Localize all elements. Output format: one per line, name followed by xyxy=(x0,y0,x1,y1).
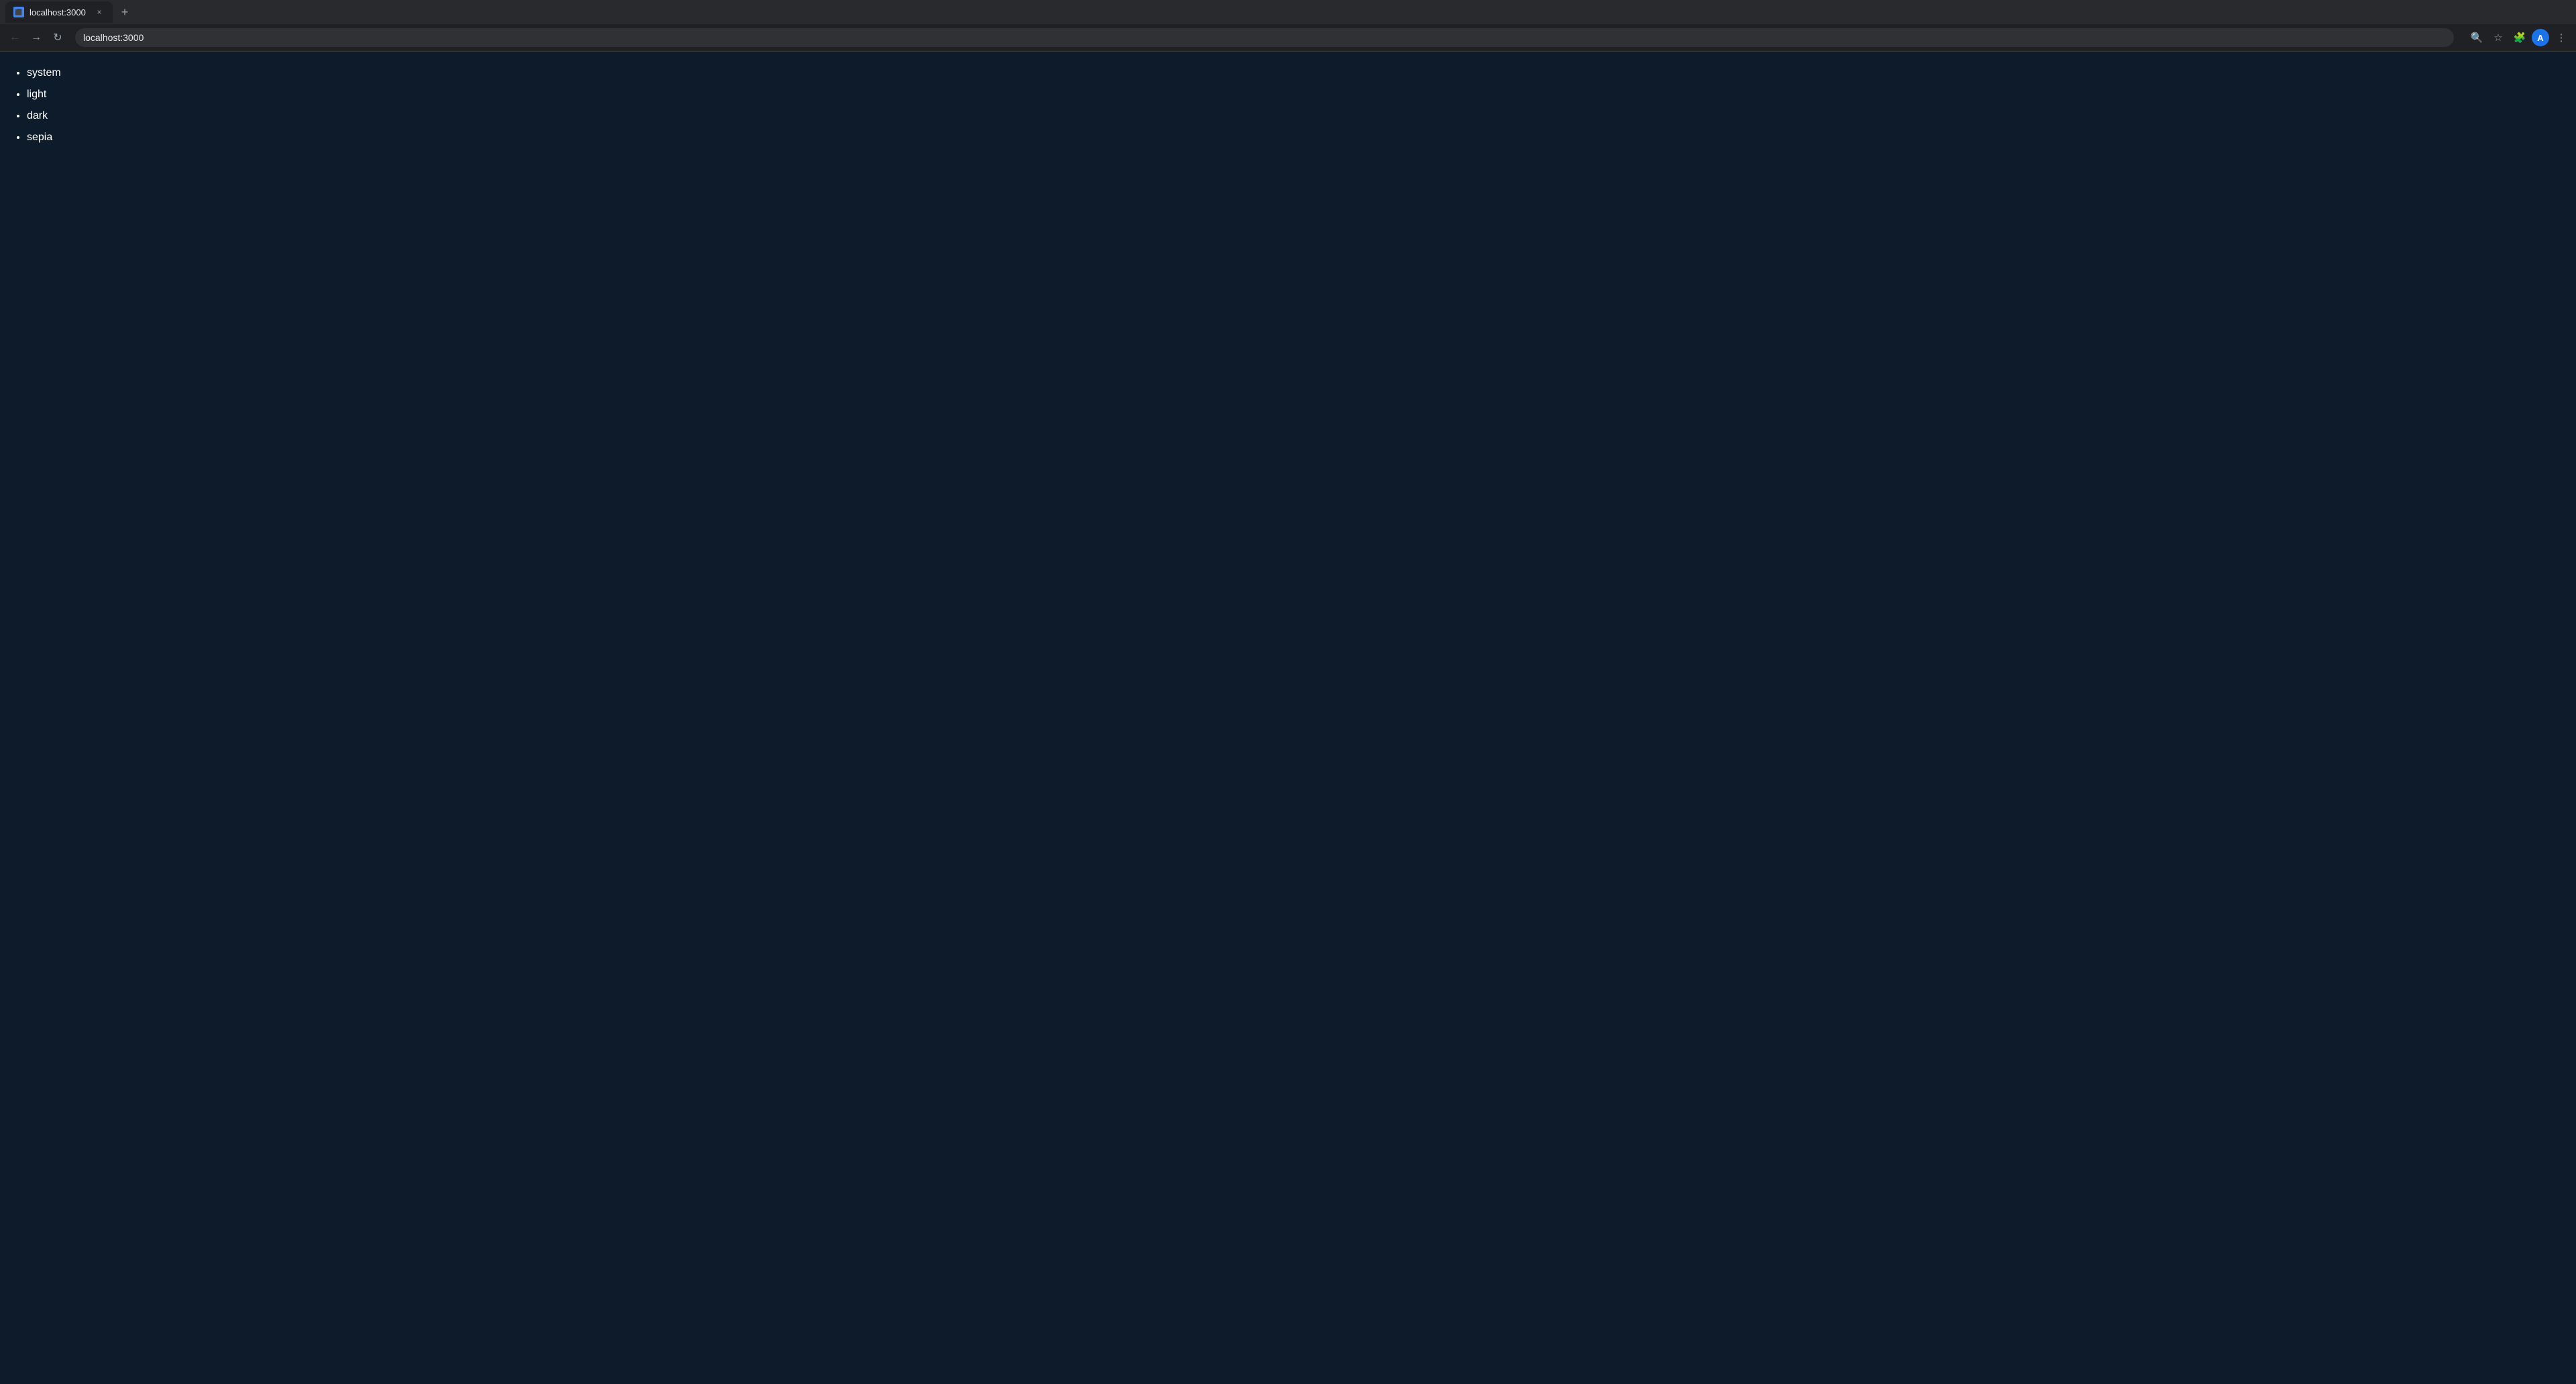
extension-icon: 🧩 xyxy=(2514,32,2526,44)
tab-bar: ⬛ localhost:3000 × + xyxy=(0,0,2576,24)
list-item-light: light xyxy=(27,84,2565,105)
theme-list: systemlightdarksepia xyxy=(11,62,2565,148)
search-button[interactable]: 🔍 xyxy=(2467,28,2486,47)
back-icon: ← xyxy=(9,32,20,44)
back-button[interactable]: ← xyxy=(5,28,24,47)
nav-bar: ← → ↻ localhost:3000 🔍 ☆ 🧩 A ⋮ xyxy=(0,24,2576,51)
list-item-system: system xyxy=(27,62,2565,84)
tab-favicon-icon: ⬛ xyxy=(15,9,22,16)
tab-favicon: ⬛ xyxy=(13,7,24,17)
list-item-sepia: sepia xyxy=(27,127,2565,148)
browser-chrome: ⬛ localhost:3000 × + ← → ↻ localhost:300… xyxy=(0,0,2576,52)
menu-icon: ⋮ xyxy=(2557,32,2567,44)
nav-actions: 🔍 ☆ 🧩 A ⋮ xyxy=(2467,28,2571,47)
tab-title: localhost:3000 xyxy=(30,7,89,17)
reload-icon: ↻ xyxy=(53,31,62,44)
bookmark-button[interactable]: ☆ xyxy=(2489,28,2508,47)
bookmark-icon: ☆ xyxy=(2493,32,2502,44)
profile-button[interactable]: A xyxy=(2532,29,2549,46)
search-icon: 🔍 xyxy=(2471,32,2483,44)
forward-icon: → xyxy=(31,32,42,44)
profile-label: A xyxy=(2537,33,2543,43)
reload-button[interactable]: ↻ xyxy=(48,28,67,47)
active-tab[interactable]: ⬛ localhost:3000 × xyxy=(5,1,113,23)
tab-close-button[interactable]: × xyxy=(94,7,105,17)
forward-button[interactable]: → xyxy=(27,28,46,47)
page-content: systemlightdarksepia xyxy=(0,52,2576,1384)
list-item-dark: dark xyxy=(27,105,2565,127)
new-tab-button[interactable]: + xyxy=(115,3,134,21)
url-text: localhost:3000 xyxy=(83,32,144,43)
address-bar[interactable]: localhost:3000 xyxy=(75,28,2454,47)
extension-button[interactable]: 🧩 xyxy=(2510,28,2529,47)
menu-button[interactable]: ⋮ xyxy=(2552,28,2571,47)
